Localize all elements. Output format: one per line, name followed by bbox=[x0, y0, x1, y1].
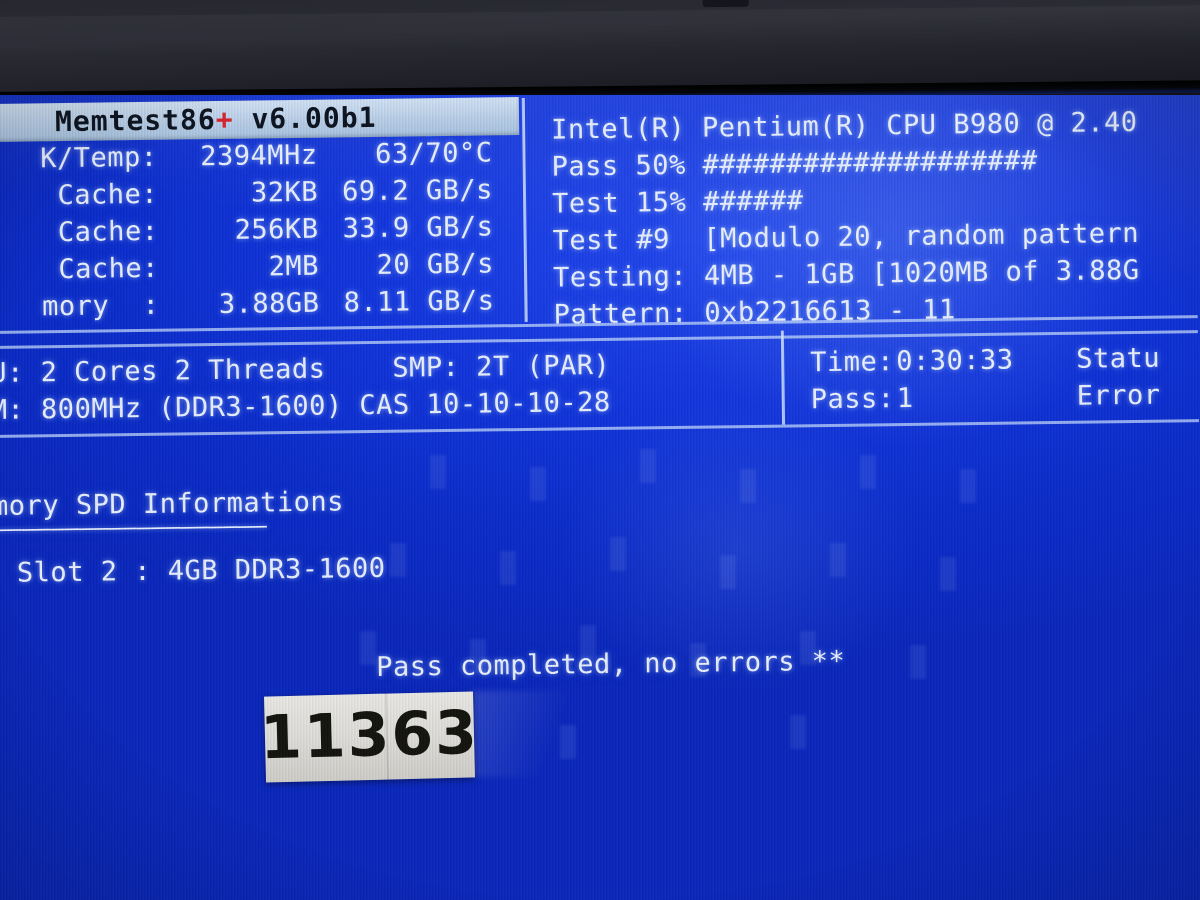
left-row-extra-4: 8.11 GB/s bbox=[343, 285, 495, 319]
left-row-extra-1: 69.2 GB/s bbox=[341, 174, 494, 208]
info-errors-label: Error bbox=[1076, 379, 1161, 412]
panel-divider-vertical bbox=[521, 97, 528, 322]
info-ram-row: M: 800MHz (DDR3-1600) CAS 10-10-10-28 bbox=[0, 386, 611, 426]
left-row-label-1: Cache: bbox=[57, 178, 159, 212]
info-smp-text: SMP: 2T (PAR) bbox=[392, 349, 611, 384]
photo-of-laptop-screen: Memtest86+ v6.00b1 K/Temp: 2394MHz 63/70°C… bbox=[0, 0, 1200, 900]
testing-range-label: Testing: bbox=[552, 260, 688, 294]
memtest-console: Memtest86+ v6.00b1 K/Temp: 2394MHz 63/70°C… bbox=[0, 95, 1200, 900]
testing-range-row: Testing: 4MB - 1GB [1020MB of 3.88G bbox=[553, 252, 1140, 297]
app-title-version: v6.00b1 bbox=[251, 100, 377, 136]
current-test-description: [Modulo 20, random pattern bbox=[703, 217, 1140, 255]
test-progress-label: Test bbox=[551, 187, 620, 220]
info-time-row: Time:0:30:33 Statu bbox=[810, 340, 1160, 382]
bezel-sheen bbox=[0, 4, 1200, 57]
app-title-plus: + bbox=[215, 102, 234, 136]
info-status-label: Statu bbox=[1076, 342, 1161, 375]
test-progress-percent: 15% bbox=[635, 186, 687, 219]
cpu-model-line: Intel(R) Pentium(R) CPU B980 @ 2.40 bbox=[550, 106, 1138, 146]
left-row-label-3: Cache: bbox=[58, 252, 160, 286]
webcam-icon bbox=[702, 0, 749, 8]
info-time-label: Time: bbox=[810, 346, 895, 379]
left-row-memory: mory : 3.88GB 8.11 GB/s bbox=[0, 282, 495, 326]
left-row-extra-3: 20 GB/s bbox=[376, 248, 495, 281]
spd-slot-row: Slot 2 : 4GB DDR3-1600 bbox=[16, 552, 386, 589]
test-progress-row: Test 15% ###### bbox=[552, 182, 804, 222]
left-row-value-1: 32KB bbox=[250, 176, 319, 209]
inventory-sticker: 11363 bbox=[259, 691, 480, 783]
lcd-screen: Memtest86+ v6.00b1 K/Temp: 2394MHz 63/70°C… bbox=[0, 95, 1200, 900]
pass-progress-bar: #################### bbox=[702, 145, 1038, 181]
left-row-label-2: Cache: bbox=[57, 215, 159, 249]
test-progress-bar: ###### bbox=[702, 185, 804, 218]
pass-progress-label: Pass bbox=[551, 150, 619, 183]
info-pass-label: Pass: bbox=[810, 383, 895, 416]
left-row-extra-0: 63/70°C bbox=[374, 137, 493, 170]
app-title-prefix: Memtest86 bbox=[54, 102, 216, 139]
left-row-value-4: 3.88GB bbox=[218, 287, 320, 320]
testing-range-value: 4MB - 1GB [1020MB of 3.88G bbox=[703, 254, 1140, 292]
left-row-extra-2: 33.9 GB/s bbox=[342, 211, 494, 245]
current-test-number: Test #9 bbox=[552, 224, 671, 257]
left-row-label-4: mory : bbox=[41, 289, 160, 323]
left-row-value-3: 2MB bbox=[268, 250, 320, 283]
left-row-label-0: K/Temp: bbox=[40, 141, 158, 175]
pass-progress-percent: 50% bbox=[635, 149, 686, 182]
inventory-sticker-number: 11363 bbox=[259, 697, 480, 774]
info-pass-row: Pass:1 Error bbox=[810, 377, 1161, 419]
left-row-value-0: 2394MHz bbox=[200, 139, 318, 173]
app-title: Memtest86+ v6.00b1 bbox=[55, 101, 377, 138]
info-pass-value: 1 bbox=[896, 382, 914, 415]
left-row-value-2: 256KB bbox=[234, 213, 319, 246]
info-bar-divider-vertical bbox=[780, 330, 786, 425]
result-message: Pass completed, no errors ** bbox=[376, 645, 846, 683]
pattern-row: Pattern: 0xb2216613 - 11 bbox=[553, 291, 956, 333]
info-cpu-text: U: 2 Cores 2 Threads bbox=[0, 353, 326, 389]
pass-progress-row: Pass 50% #################### bbox=[551, 142, 1037, 185]
spd-heading-underline: ——————————————————— bbox=[0, 511, 268, 543]
info-time-value: 0:30:33 bbox=[896, 344, 1014, 378]
